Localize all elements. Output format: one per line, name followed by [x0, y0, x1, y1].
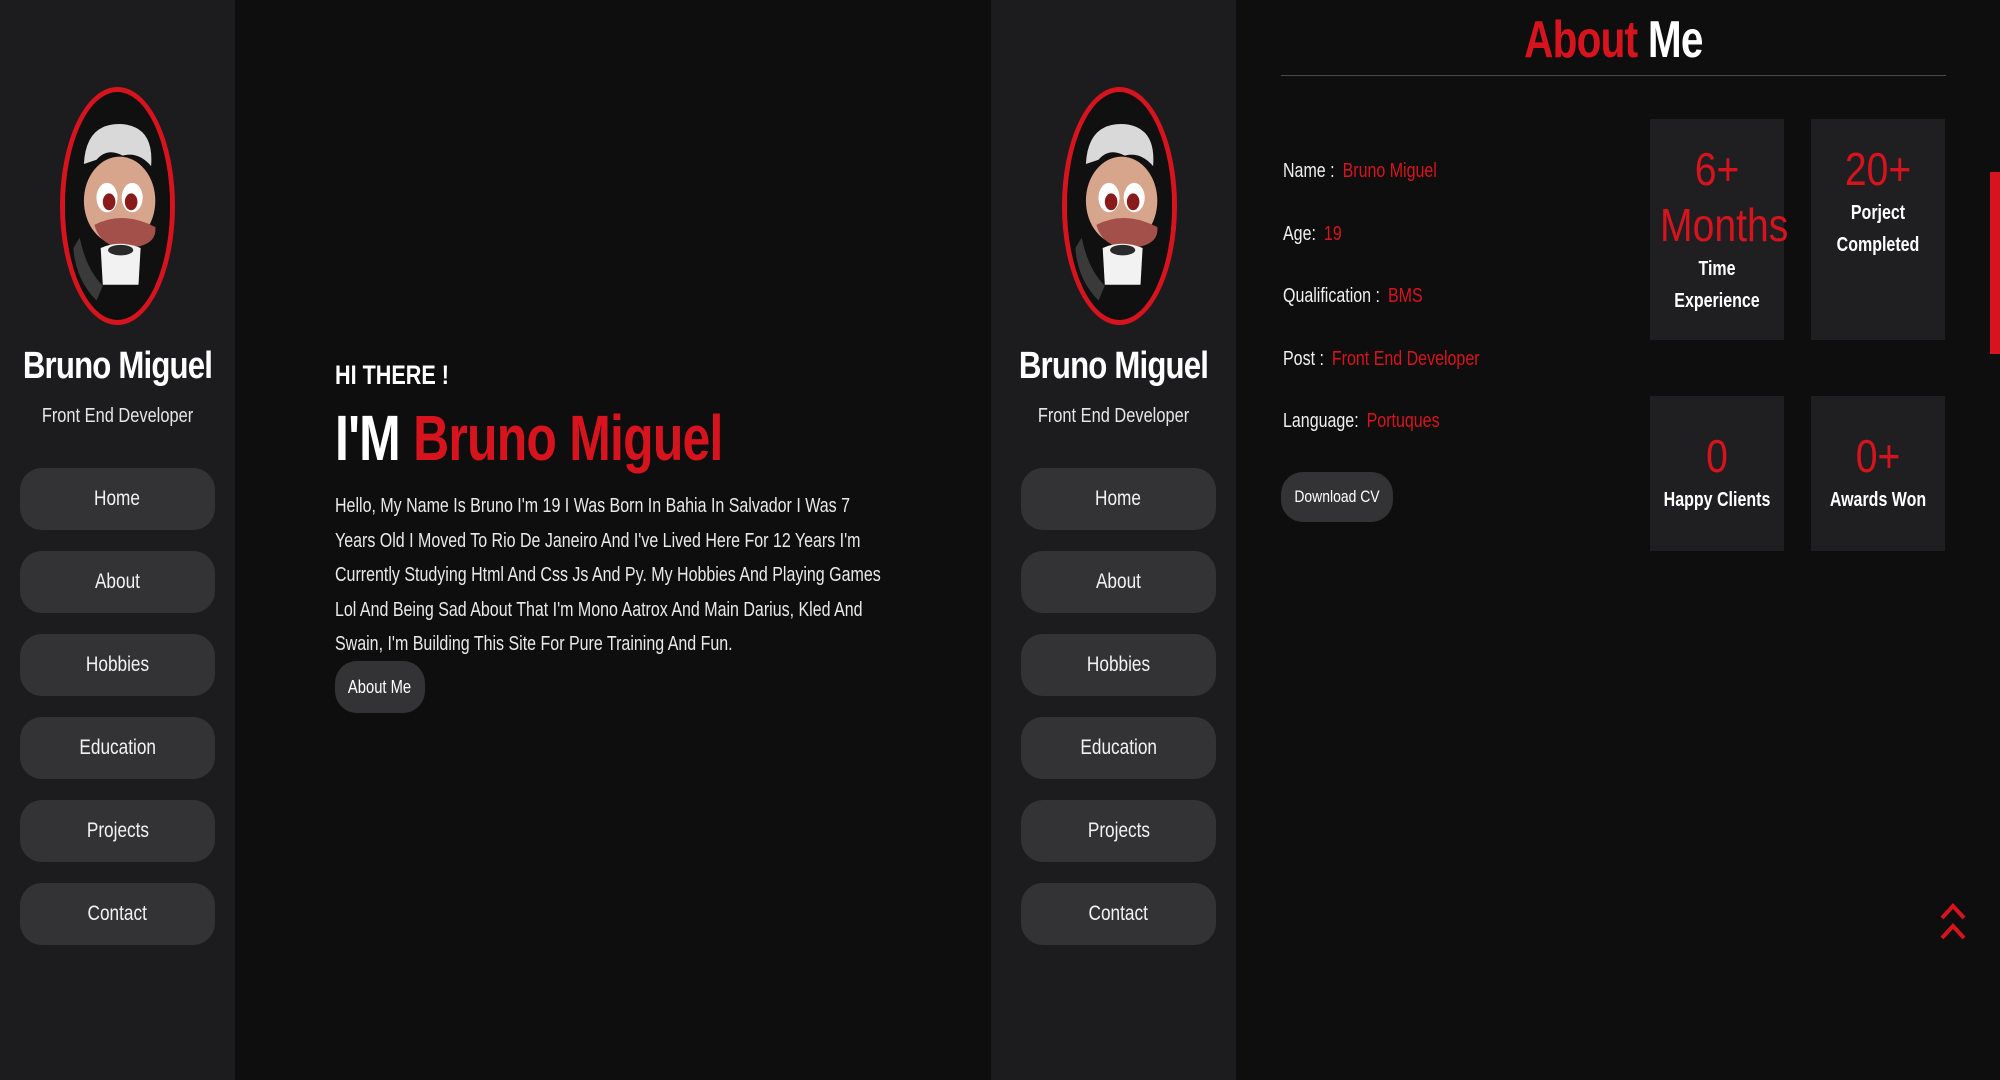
- nav-education-label: Education: [79, 736, 156, 759]
- info-row-qualification: Qualification : BMS: [1283, 285, 1480, 348]
- about-title-rest: Me: [1647, 11, 1704, 69]
- about-title-accent: About: [1524, 11, 1638, 69]
- nav-projects-button[interactable]: Projects: [1021, 800, 1216, 862]
- nav-about-label: About: [1095, 570, 1141, 593]
- info-value: Portuques: [1366, 410, 1440, 432]
- profile-name: Bruno Miguel: [22, 345, 213, 387]
- hero-title: I'M Bruno Miguel: [335, 401, 772, 475]
- nav-home-label: Home: [1095, 487, 1142, 510]
- nav-home-label: Home: [94, 487, 141, 510]
- avatar: [60, 87, 175, 325]
- avatar: [1062, 87, 1177, 325]
- nav-menu: Home About Hobbies Education Projects Co…: [20, 468, 215, 966]
- profile-role: Front End Developer: [1037, 405, 1190, 427]
- nav-education-button[interactable]: Education: [20, 717, 215, 779]
- info-label: Language:: [1283, 410, 1359, 432]
- hero-title-prefix: I'M: [335, 402, 401, 474]
- avatar-illustration: [65, 101, 170, 311]
- info-value: BMS: [1387, 285, 1423, 307]
- hero-section: HI THERE ! I'M Bruno Miguel Hello, My Na…: [335, 360, 895, 662]
- stat-label: Happy Clients: [1663, 489, 1771, 511]
- nav-contact-label: Contact: [1088, 902, 1149, 925]
- double-chevron-up-icon[interactable]: [1938, 898, 1968, 946]
- info-value: 19: [1323, 222, 1342, 245]
- stat-number: 20+: [1844, 143, 1912, 195]
- hero-greeting: HI THERE !: [335, 360, 450, 390]
- info-row-name: Name : Bruno Miguel: [1283, 160, 1480, 223]
- nav-about-button[interactable]: About: [1021, 551, 1216, 613]
- sidebar-right: Bruno Miguel Front End Developer Home Ab…: [991, 0, 1236, 1080]
- stat-card-clients: 0 Happy Clients: [1650, 396, 1784, 551]
- nav-contact-label: Contact: [87, 902, 148, 925]
- info-label: Post :: [1283, 347, 1324, 370]
- profile-name: Bruno Miguel: [1018, 345, 1209, 387]
- avatar-illustration: [1067, 101, 1172, 311]
- scroll-indicator-right[interactable]: [1990, 172, 2000, 354]
- nav-hobbies-button[interactable]: Hobbies: [20, 634, 215, 696]
- stat-number: 6+: [1694, 143, 1740, 195]
- nav-education-label: Education: [1080, 736, 1157, 759]
- nav-hobbies-label: Hobbies: [85, 653, 150, 676]
- about-me-label: About Me: [348, 676, 412, 697]
- profile-role: Front End Developer: [41, 405, 194, 427]
- stat-label: Awards Won: [1829, 489, 1927, 511]
- stat-number: 0+: [1855, 430, 1901, 482]
- stat-card-experience: 6+ Months Time Experience: [1650, 119, 1789, 340]
- about-divider: [1281, 75, 1946, 76]
- stat-label: Completed: [1836, 234, 1920, 256]
- info-row-language: Language: Portuques: [1283, 410, 1480, 473]
- about-me-button[interactable]: About Me: [335, 661, 425, 713]
- hero-title-name: Bruno Miguel: [413, 402, 723, 474]
- nav-contact-button[interactable]: Contact: [20, 883, 215, 945]
- stat-card-awards: 0+ Awards Won: [1811, 396, 1945, 551]
- info-value: Front End Developer: [1331, 347, 1480, 370]
- info-row-age: Age: 19: [1283, 223, 1480, 286]
- nav-contact-button[interactable]: Contact: [1021, 883, 1216, 945]
- info-value: Bruno Miguel: [1342, 160, 1437, 182]
- nav-hobbies-label: Hobbies: [1086, 653, 1151, 676]
- info-label: Name :: [1283, 160, 1335, 182]
- info-label: Age:: [1283, 222, 1316, 245]
- download-cv-button[interactable]: Download CV: [1281, 472, 1393, 522]
- hero-description: Hello, My Name Is Bruno I'm 19 I Was Bor…: [335, 495, 881, 655]
- nav-home-button[interactable]: Home: [1021, 468, 1216, 530]
- nav-about-label: About: [94, 570, 140, 593]
- download-cv-label: Download CV: [1294, 487, 1380, 506]
- info-label: Qualification :: [1283, 285, 1380, 307]
- info-row-post: Post : Front End Developer: [1283, 348, 1480, 411]
- stat-number: 0: [1706, 430, 1728, 482]
- stat-label: Time Experience: [1674, 258, 1760, 312]
- nav-home-button[interactable]: Home: [20, 468, 215, 530]
- about-info-list: Name : Bruno Miguel Age: 19 Qualificatio…: [1283, 160, 1529, 473]
- nav-projects-label: Projects: [86, 819, 149, 842]
- about-title: About Me: [1281, 10, 1946, 70]
- nav-hobbies-button[interactable]: Hobbies: [1021, 634, 1216, 696]
- stat-number-unit: Months: [1660, 199, 1789, 251]
- stat-card-projects: 20+ Porject Completed: [1811, 119, 1945, 340]
- nav-menu: Home About Hobbies Education Projects Co…: [1021, 468, 1216, 966]
- nav-about-button[interactable]: About: [20, 551, 215, 613]
- sidebar-left: Bruno Miguel Front End Developer Home Ab…: [0, 0, 235, 1080]
- nav-projects-label: Projects: [1087, 819, 1150, 842]
- nav-education-button[interactable]: Education: [1021, 717, 1216, 779]
- stat-label: Porject: [1850, 202, 1906, 224]
- nav-projects-button[interactable]: Projects: [20, 800, 215, 862]
